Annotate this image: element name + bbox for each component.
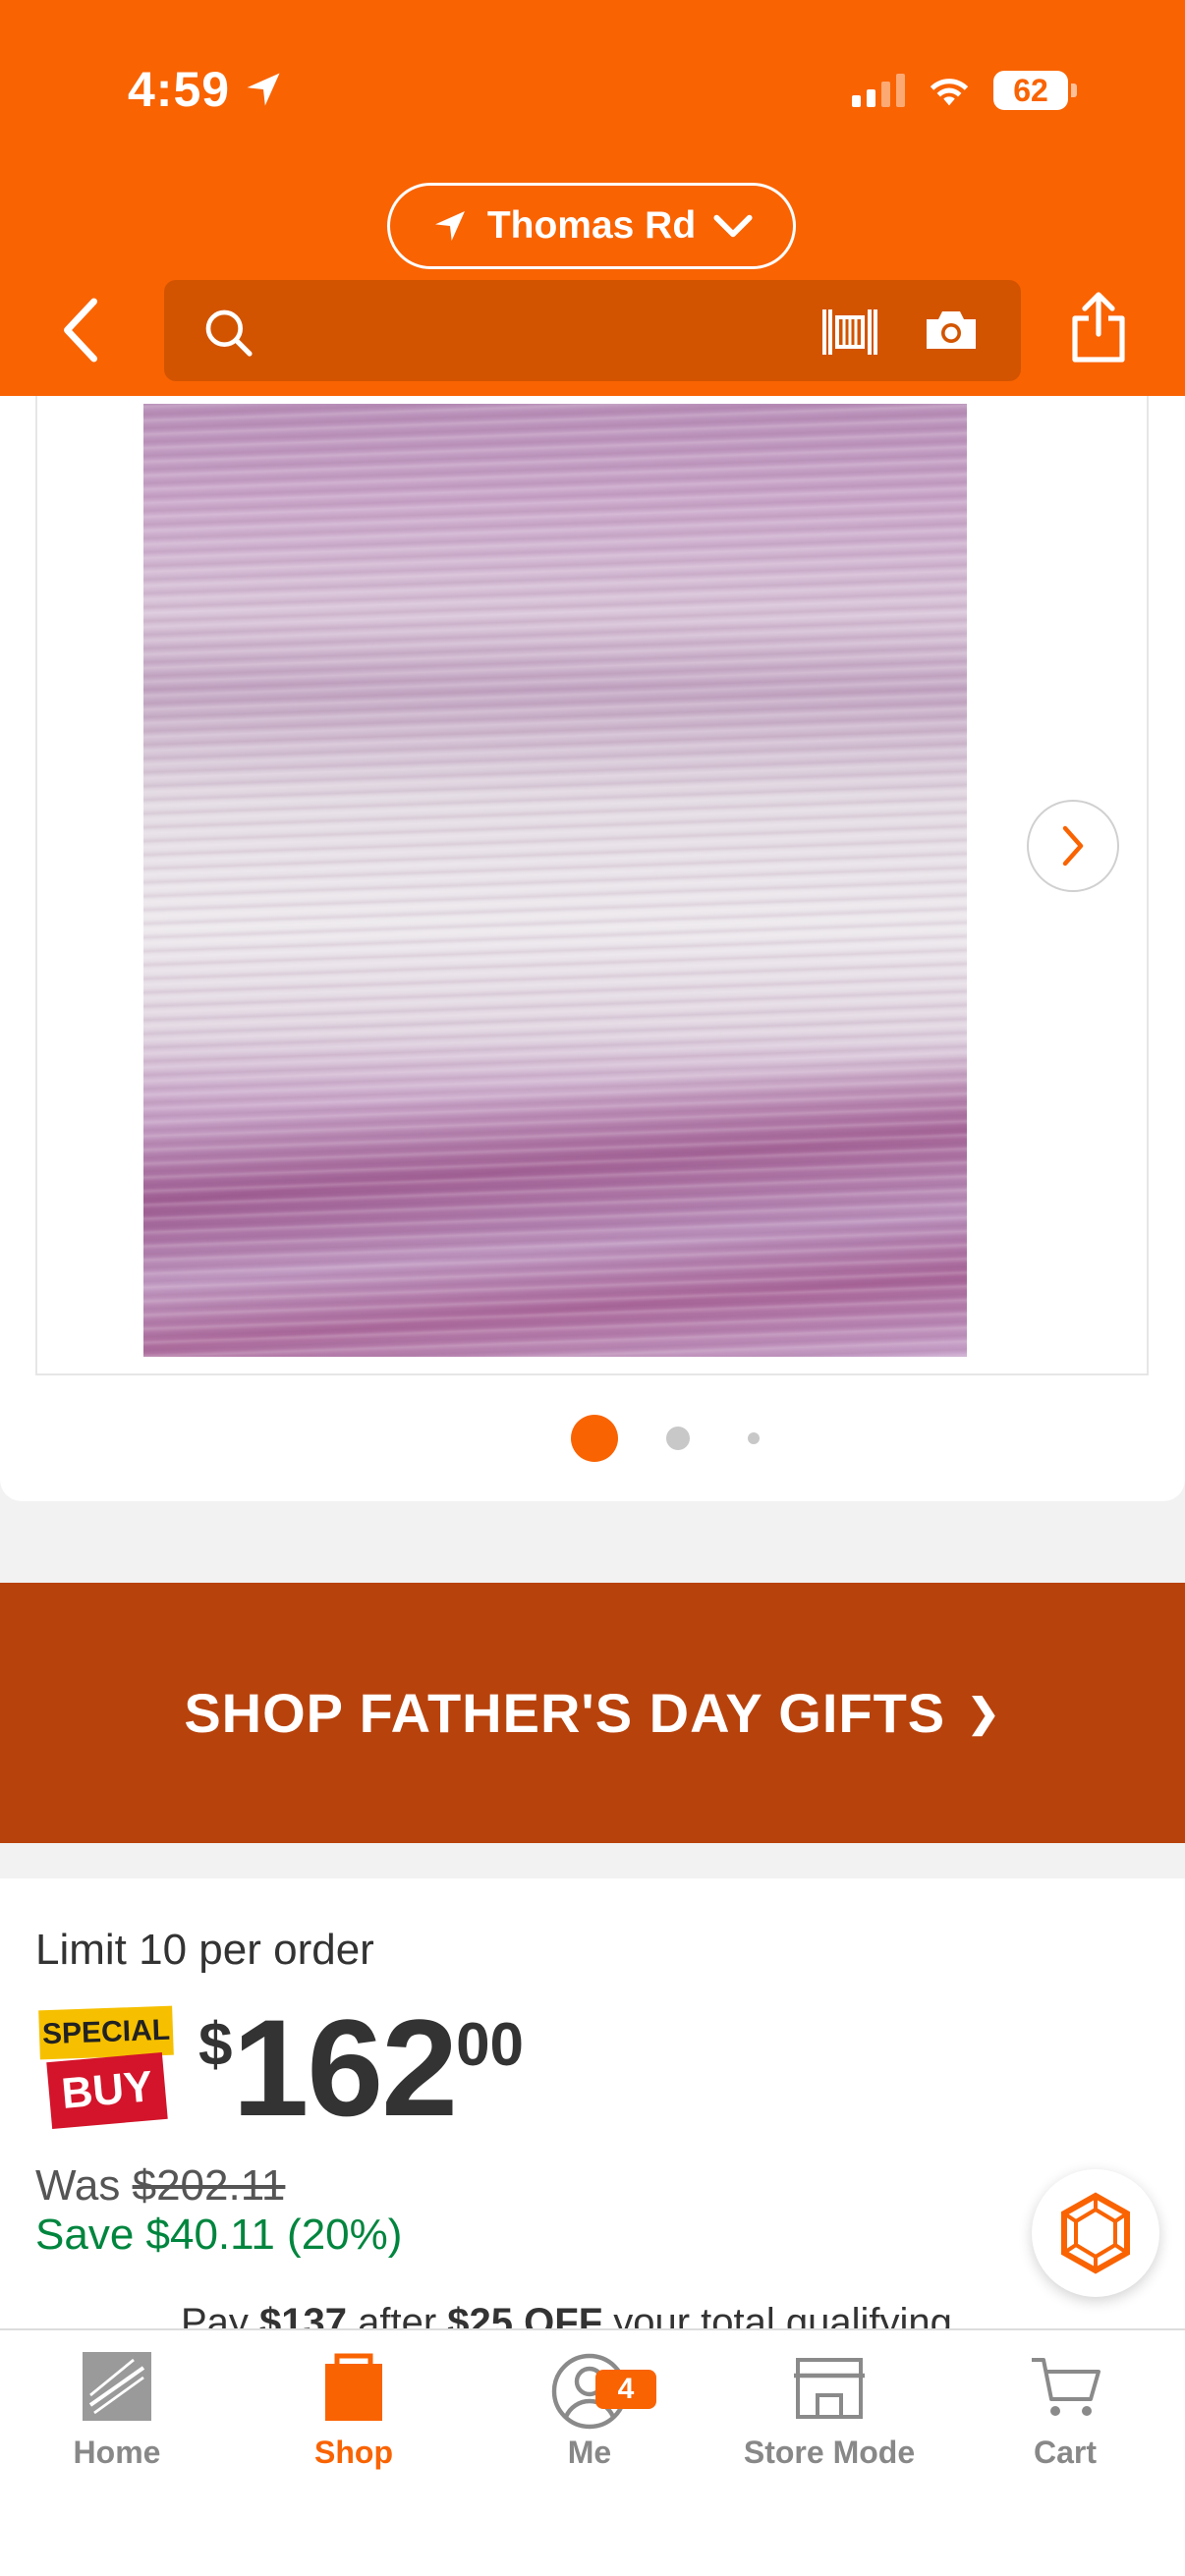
special-badge-top: SPECIAL <box>38 2005 174 2060</box>
camera-icon[interactable] <box>923 308 980 353</box>
battery-level: 62 <box>993 71 1068 110</box>
price-currency: $ <box>198 2011 233 2079</box>
bottom-navigation: Home Shop 4 Me Store Mode Cart <box>0 2328 1185 2576</box>
chevron-right-icon <box>1062 825 1084 867</box>
nav-label: Shop <box>314 2435 393 2470</box>
barcode-scanner-icon[interactable] <box>820 306 879 359</box>
nav-label: Cart <box>1033 2435 1097 2470</box>
product-image-card <box>0 396 1185 1501</box>
notification-badge: 4 <box>595 2370 656 2409</box>
store-name: Thomas Rd <box>486 204 697 247</box>
cart-icon <box>1032 2358 1100 2416</box>
nav-me[interactable]: 4 Me <box>472 2352 707 2471</box>
storefront-icon <box>794 2358 865 2419</box>
price-dollars: 162 <box>232 1990 458 2145</box>
wifi-icon <box>930 79 969 106</box>
status-indicators: 62 <box>852 71 1077 110</box>
nav-store-mode[interactable]: Store Mode <box>711 2352 947 2471</box>
was-price: Was $202.11 <box>35 2161 285 2211</box>
product-image[interactable] <box>143 404 967 1357</box>
special-buy-badge: SPECIAL BUY <box>38 2005 177 2136</box>
current-price: $ 162 00 <box>198 1994 524 2142</box>
special-badge-bottom: BUY <box>46 2051 168 2130</box>
back-button[interactable] <box>51 295 110 365</box>
status-time: 4:59 <box>128 61 285 118</box>
price-cents: 00 <box>456 2011 525 2079</box>
savings-text: Save $40.11 (20%) <box>35 2211 403 2259</box>
chevron-right-icon: ❯ <box>967 1691 1001 1735</box>
promo-label: SHOP FATHER'S DAY GIFTS <box>184 1682 946 1744</box>
carousel-dot-1[interactable] <box>571 1415 618 1462</box>
time-text: 4:59 <box>128 62 231 117</box>
chevron-down-icon <box>713 214 753 238</box>
chevron-left-icon <box>64 298 97 363</box>
search-input[interactable] <box>164 280 1021 381</box>
nav-label: Me <box>567 2435 612 2470</box>
hexagon-chat-icon <box>1061 2192 1130 2274</box>
share-button[interactable] <box>1069 291 1128 370</box>
location-arrow-icon <box>434 211 465 241</box>
nav-cart[interactable]: Cart <box>947 2352 1183 2471</box>
nav-label: Home <box>73 2435 161 2470</box>
carousel-dot-3[interactable] <box>748 1432 760 1444</box>
nav-label: Store Mode <box>743 2435 916 2470</box>
battery-icon: 62 <box>993 71 1077 110</box>
store-selector[interactable]: Thomas Rd <box>387 183 796 269</box>
fathers-day-banner[interactable]: SHOP FATHER'S DAY GIFTS ❯ <box>0 1583 1185 1843</box>
cellular-signal-icon <box>852 74 905 107</box>
next-image-button[interactable] <box>1027 800 1119 892</box>
share-icon <box>1072 292 1125 363</box>
home-depot-logo-icon <box>83 2352 151 2421</box>
app-header: 4:59 62 Thomas Rd <box>0 0 1185 396</box>
search-icon <box>205 309 253 357</box>
was-amount: $202.11 <box>132 2161 286 2210</box>
bucket-icon <box>325 2353 382 2421</box>
location-arrow-icon <box>247 73 280 106</box>
order-limit: Limit 10 per order <box>35 1926 374 1974</box>
chat-assistant-button[interactable] <box>1032 2169 1159 2297</box>
was-label: Was <box>35 2161 133 2210</box>
product-page: 4:59 62 Thomas Rd SHOP FATHER'S DAY GIFT… <box>0 0 1185 2576</box>
nav-home[interactable]: Home <box>0 2352 235 2471</box>
carousel-dot-2[interactable] <box>666 1427 690 1450</box>
nav-shop[interactable]: Shop <box>236 2352 472 2471</box>
